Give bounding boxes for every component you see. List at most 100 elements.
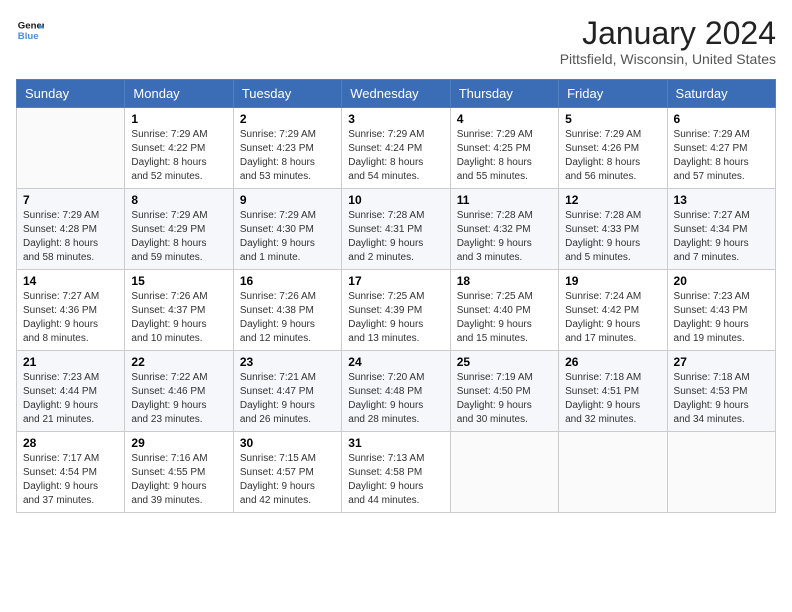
calendar-week-row: 7 Sunrise: 7:29 AM Sunset: 4:28 PM Daylig… [17, 189, 776, 270]
calendar-cell: 16Sunrise: 7:26 AM Sunset: 4:38 PM Dayli… [233, 270, 341, 351]
calendar-week-row: 28 Sunrise: 7:17 AM Sunset: 4:54 PM Dayli… [17, 432, 776, 513]
day-number: 8 [131, 193, 226, 207]
day-number: 9 [240, 193, 335, 207]
weekday-header: Monday [125, 80, 233, 108]
day-info: Sunrise: 7:28 AM Sunset: 4:32 PM Dayligh… [457, 209, 552, 265]
calendar-cell [17, 108, 125, 189]
calendar-cell: 12 Sunrise: 7:28 AM Sunset: 4:33 PM Dayli… [559, 189, 667, 270]
day-info: Sunrise: 7:29 AM Sunset: 4:30 PM Dayligh… [240, 209, 335, 265]
day-info: Sunrise: 7:15 AM Sunset: 4:57 PM Dayligh… [240, 452, 335, 508]
calendar-cell: 9 Sunrise: 7:29 AM Sunset: 4:30 PM Daylig… [233, 189, 341, 270]
calendar-week-row: 14 Sunrise: 7:27 AM Sunset: 4:36 PM Dayli… [17, 270, 776, 351]
calendar-cell [559, 432, 667, 513]
calendar-cell: 25 Sunrise: 7:19 AM Sunset: 4:50 PM Dayli… [450, 351, 558, 432]
day-number: 24 [348, 355, 443, 369]
calendar-cell: 15 Sunrise: 7:26 AM Sunset: 4:37 PM Dayli… [125, 270, 233, 351]
day-number: 21 [23, 355, 118, 369]
logo: General Blue [16, 16, 44, 44]
day-number: 18 [457, 274, 552, 288]
day-info: Sunrise: 7:26 AM Sunset: 4:37 PM Dayligh… [131, 290, 226, 346]
location-label: Pittsfield, Wisconsin, United States [560, 51, 776, 67]
day-number: 19 [565, 274, 660, 288]
calendar-cell: 8 Sunrise: 7:29 AM Sunset: 4:29 PM Daylig… [125, 189, 233, 270]
calendar-cell: 2 Sunrise: 7:29 AM Sunset: 4:23 PM Daylig… [233, 108, 341, 189]
day-number: 2 [240, 112, 335, 126]
day-info: Sunrise: 7:13 AM Sunset: 4:58 PM Dayligh… [348, 452, 443, 508]
calendar-cell: 17 Sunrise: 7:25 AM Sunset: 4:39 PM Dayli… [342, 270, 450, 351]
day-info: Sunrise: 7:22 AM Sunset: 4:46 PM Dayligh… [131, 371, 226, 427]
day-number: 12 [565, 193, 660, 207]
weekday-header: Friday [559, 80, 667, 108]
day-info: Sunrise: 7:29 AM Sunset: 4:27 PM Dayligh… [674, 128, 769, 184]
calendar-header: SundayMondayTuesdayWednesdayThursdayFrid… [17, 80, 776, 108]
calendar-week-row: 1Sunrise: 7:29 AM Sunset: 4:22 PM Daylig… [17, 108, 776, 189]
weekday-header: Saturday [667, 80, 775, 108]
day-number: 4 [457, 112, 552, 126]
calendar-cell: 13Sunrise: 7:27 AM Sunset: 4:34 PM Dayli… [667, 189, 775, 270]
day-number: 15 [131, 274, 226, 288]
day-info: Sunrise: 7:25 AM Sunset: 4:39 PM Dayligh… [348, 290, 443, 346]
day-info: Sunrise: 7:29 AM Sunset: 4:25 PM Dayligh… [457, 128, 552, 184]
day-info: Sunrise: 7:29 AM Sunset: 4:23 PM Dayligh… [240, 128, 335, 184]
day-info: Sunrise: 7:28 AM Sunset: 4:33 PM Dayligh… [565, 209, 660, 265]
day-number: 7 [23, 193, 118, 207]
day-number: 22 [131, 355, 226, 369]
day-number: 28 [23, 436, 118, 450]
day-info: Sunrise: 7:17 AM Sunset: 4:54 PM Dayligh… [23, 452, 118, 508]
day-info: Sunrise: 7:29 AM Sunset: 4:28 PM Dayligh… [23, 209, 118, 265]
calendar-cell: 14 Sunrise: 7:27 AM Sunset: 4:36 PM Dayli… [17, 270, 125, 351]
day-info: Sunrise: 7:27 AM Sunset: 4:34 PM Dayligh… [674, 209, 769, 265]
day-info: Sunrise: 7:29 AM Sunset: 4:24 PM Dayligh… [348, 128, 443, 184]
calendar-cell: 28 Sunrise: 7:17 AM Sunset: 4:54 PM Dayli… [17, 432, 125, 513]
day-number: 14 [23, 274, 118, 288]
calendar-table: SundayMondayTuesdayWednesdayThursdayFrid… [16, 79, 776, 513]
day-number: 27 [674, 355, 769, 369]
day-info: Sunrise: 7:27 AM Sunset: 4:36 PM Dayligh… [23, 290, 118, 346]
weekday-header: Tuesday [233, 80, 341, 108]
day-number: 11 [457, 193, 552, 207]
calendar-cell: 26Sunrise: 7:18 AM Sunset: 4:51 PM Dayli… [559, 351, 667, 432]
calendar-cell: 3 Sunrise: 7:29 AM Sunset: 4:24 PM Daylig… [342, 108, 450, 189]
day-info: Sunrise: 7:16 AM Sunset: 4:55 PM Dayligh… [131, 452, 226, 508]
day-info: Sunrise: 7:23 AM Sunset: 4:44 PM Dayligh… [23, 371, 118, 427]
day-number: 1 [131, 112, 226, 126]
calendar-cell [450, 432, 558, 513]
calendar-cell: 21 Sunrise: 7:23 AM Sunset: 4:44 PM Dayli… [17, 351, 125, 432]
day-info: Sunrise: 7:18 AM Sunset: 4:51 PM Dayligh… [565, 371, 660, 427]
day-info: Sunrise: 7:24 AM Sunset: 4:42 PM Dayligh… [565, 290, 660, 346]
calendar-cell: 23Sunrise: 7:21 AM Sunset: 4:47 PM Dayli… [233, 351, 341, 432]
calendar-cell: 29 Sunrise: 7:16 AM Sunset: 4:55 PM Dayli… [125, 432, 233, 513]
calendar-cell: 27 Sunrise: 7:18 AM Sunset: 4:53 PM Dayli… [667, 351, 775, 432]
day-info: Sunrise: 7:29 AM Sunset: 4:29 PM Dayligh… [131, 209, 226, 265]
calendar-cell: 11 Sunrise: 7:28 AM Sunset: 4:32 PM Dayli… [450, 189, 558, 270]
day-info: Sunrise: 7:18 AM Sunset: 4:53 PM Dayligh… [674, 371, 769, 427]
day-number: 23 [240, 355, 335, 369]
day-info: Sunrise: 7:20 AM Sunset: 4:48 PM Dayligh… [348, 371, 443, 427]
day-info: Sunrise: 7:19 AM Sunset: 4:50 PM Dayligh… [457, 371, 552, 427]
day-info: Sunrise: 7:28 AM Sunset: 4:31 PM Dayligh… [348, 209, 443, 265]
day-number: 17 [348, 274, 443, 288]
weekday-header: Thursday [450, 80, 558, 108]
calendar-cell: 22 Sunrise: 7:22 AM Sunset: 4:46 PM Dayli… [125, 351, 233, 432]
weekday-header: Sunday [17, 80, 125, 108]
svg-text:Blue: Blue [18, 31, 39, 42]
title-block: January 2024 Pittsfield, Wisconsin, Unit… [560, 16, 776, 67]
calendar-cell: 20Sunrise: 7:23 AM Sunset: 4:43 PM Dayli… [667, 270, 775, 351]
calendar-cell: 7 Sunrise: 7:29 AM Sunset: 4:28 PM Daylig… [17, 189, 125, 270]
calendar-cell: 10Sunrise: 7:28 AM Sunset: 4:31 PM Dayli… [342, 189, 450, 270]
day-info: Sunrise: 7:29 AM Sunset: 4:26 PM Dayligh… [565, 128, 660, 184]
logo-icon: General Blue [16, 16, 44, 44]
page-header: General Blue January 2024 Pittsfield, Wi… [16, 16, 776, 67]
calendar-cell: 6Sunrise: 7:29 AM Sunset: 4:27 PM Daylig… [667, 108, 775, 189]
day-number: 3 [348, 112, 443, 126]
day-number: 20 [674, 274, 769, 288]
day-number: 25 [457, 355, 552, 369]
weekday-header: Wednesday [342, 80, 450, 108]
calendar-cell: 30 Sunrise: 7:15 AM Sunset: 4:57 PM Dayli… [233, 432, 341, 513]
calendar-week-row: 21 Sunrise: 7:23 AM Sunset: 4:44 PM Dayli… [17, 351, 776, 432]
day-number: 30 [240, 436, 335, 450]
day-number: 29 [131, 436, 226, 450]
day-info: Sunrise: 7:26 AM Sunset: 4:38 PM Dayligh… [240, 290, 335, 346]
day-number: 5 [565, 112, 660, 126]
day-number: 31 [348, 436, 443, 450]
